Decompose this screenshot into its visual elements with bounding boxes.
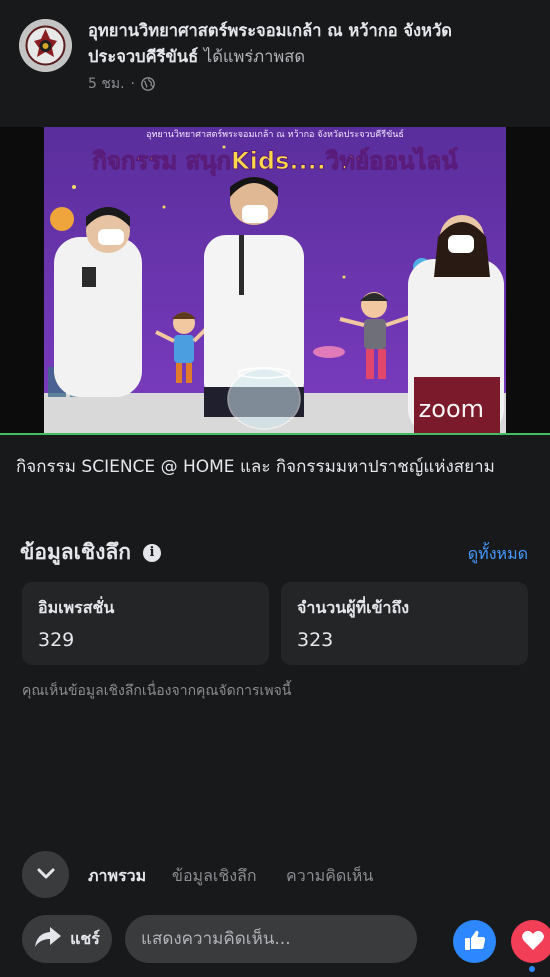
comment-input[interactable] xyxy=(125,915,417,963)
post-caption: กิจกรรม SCIENCE @ HOME และ กิจกรรมมหาปรา… xyxy=(16,457,495,477)
share-label: แชร์ xyxy=(70,928,100,948)
info-icon[interactable]: i xyxy=(142,543,161,562)
live-video-player[interactable]: อุทยานวิทยาศาสตร์พระจอมเกล้า ณ หว้ากอ จั… xyxy=(0,127,550,435)
tab-insights[interactable]: ข้อมูลเชิงลึก xyxy=(172,864,257,889)
reach-value: 323 xyxy=(297,629,334,651)
love-button[interactable] xyxy=(511,920,550,963)
chevron-down-icon xyxy=(37,865,55,884)
insights-title-row: ข้อมูลเชิงลึก i xyxy=(20,536,161,569)
share-arrow-icon xyxy=(34,926,62,952)
thumbs-up-icon xyxy=(463,928,487,956)
post-header: อุทยานวิทยาศาสตร์พระจอมเกล้า ณ หว้ากอ จั… xyxy=(0,0,550,110)
impressions-card[interactable]: อิมเพรสชั่น 329 xyxy=(22,582,269,665)
meta-separator: · xyxy=(130,76,135,92)
video-progress-bar[interactable] xyxy=(0,433,550,435)
zoom-watermark: zoom xyxy=(419,395,484,423)
impressions-label: อิมเพรสชั่น xyxy=(38,598,115,617)
insights-title: ข้อมูลเชิงลึก xyxy=(20,540,131,564)
bottom-action-bar: แชร์ xyxy=(0,912,550,972)
page-indicator-dot xyxy=(529,966,535,972)
post-author-line: อุทยานวิทยาศาสตร์พระจอมเกล้า ณ หว้ากอ จั… xyxy=(88,18,528,70)
heart-icon xyxy=(521,929,545,955)
video-frame: อุทยานวิทยาศาสตร์พระจอมเกล้า ณ หว้ากอ จั… xyxy=(44,127,506,435)
video-header-title: กิจกรรม สนุกKids....วิทย์ออนไลน์ xyxy=(92,146,458,177)
post-action-text: ได้แพร่ภาพสด xyxy=(203,47,306,66)
video-header-small: อุทยานวิทยาศาสตร์พระจอมเกล้า ณ หว้ากอ จั… xyxy=(146,128,404,140)
globe-icon xyxy=(141,77,155,91)
insights-note: คุณเห็นข้อมูลเชิงลึกเนื่องจากคุณจัดการเพ… xyxy=(22,683,292,699)
tab-comments[interactable]: ความคิดเห็น xyxy=(286,864,373,889)
impressions-value: 329 xyxy=(38,629,75,651)
like-button[interactable] xyxy=(453,920,496,963)
post-time[interactable]: 5 ชม. xyxy=(88,73,125,95)
tab-overview[interactable]: ภาพรวม xyxy=(88,864,146,889)
see-all-link[interactable]: ดูทั้งหมด xyxy=(468,542,528,567)
post-meta: 5 ชม. · xyxy=(88,73,155,95)
bottom-tabs: ภาพรวม ข้อมูลเชิงลึก ความคิดเห็น xyxy=(0,850,550,900)
reach-card[interactable]: จำนวนผู้ที่เข้าถึง 323 xyxy=(281,582,528,665)
reach-label: จำนวนผู้ที่เข้าถึง xyxy=(297,598,410,617)
share-button[interactable]: แชร์ xyxy=(22,915,112,963)
video-progress-fill xyxy=(0,433,550,435)
collapse-button[interactable] xyxy=(22,851,69,898)
page-avatar[interactable] xyxy=(19,19,72,72)
